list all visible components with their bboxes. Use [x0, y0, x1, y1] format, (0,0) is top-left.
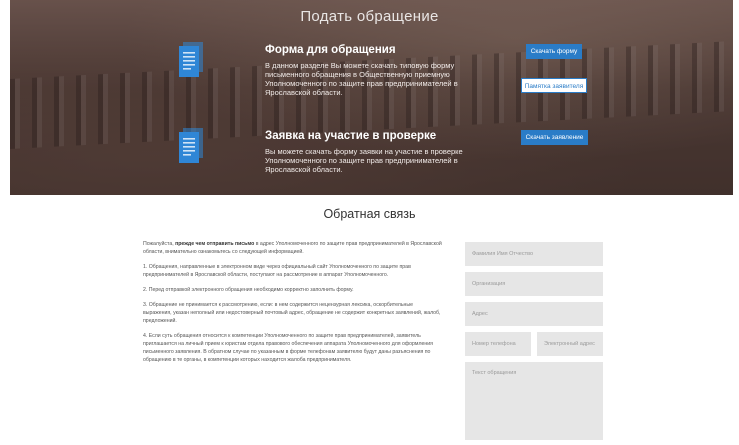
feedback-title: Обратная связь — [323, 207, 416, 221]
feedback-rule: 3. Обращение не принимается к рассмотрен… — [143, 301, 441, 324]
email-field[interactable]: Электронный адрес — [537, 332, 603, 356]
hero-item-title: Форма для обращения — [265, 44, 396, 56]
hero-item-text: Вы можете скачать форму заявки на участи… — [265, 147, 463, 174]
intro-prefix: Пожалуйста, — [143, 241, 176, 247]
organization-field[interactable]: Организация — [465, 272, 603, 296]
feedback-intro: Пожалуйста, прежде чем отправить письмо … — [143, 240, 443, 256]
document-icon — [179, 128, 203, 163]
feedback-rule: 1. Обращения, направленные в электронном… — [143, 263, 411, 279]
download-form-button[interactable]: Скачать форму — [526, 44, 582, 59]
feedback-rule: 2. Перед отправкой электронного обращени… — [143, 286, 354, 293]
hero-title: Подать обращение — [300, 8, 439, 25]
document-icon — [179, 42, 203, 77]
name-field[interactable]: Фамилия Имя Отчество — [465, 242, 603, 266]
hero-item-text: В данном разделе Вы можете скачать типов… — [265, 61, 458, 97]
hero-item-form: Форма для обращения В данном разделе Вы … — [265, 44, 480, 97]
feedback-instructions: Пожалуйста, прежде чем отправить письмо … — [143, 240, 443, 371]
feedback-rule: 4. Если суть обращения относится к компе… — [143, 332, 433, 364]
hero-item-check: Заявка на участие в проверке Вы можете с… — [265, 130, 480, 174]
message-field[interactable]: Текст обращения — [465, 362, 603, 440]
applicant-memo-button[interactable]: Памятка заявителя — [521, 78, 587, 93]
download-application-button[interactable]: Скачать заявление — [521, 130, 588, 145]
intro-bold: прежде чем отправить письмо — [175, 241, 255, 247]
hero-item-title: Заявка на участие в проверке — [265, 130, 437, 142]
address-field[interactable]: Адрес — [465, 302, 603, 326]
phone-field[interactable]: Номер телефона — [465, 332, 531, 356]
